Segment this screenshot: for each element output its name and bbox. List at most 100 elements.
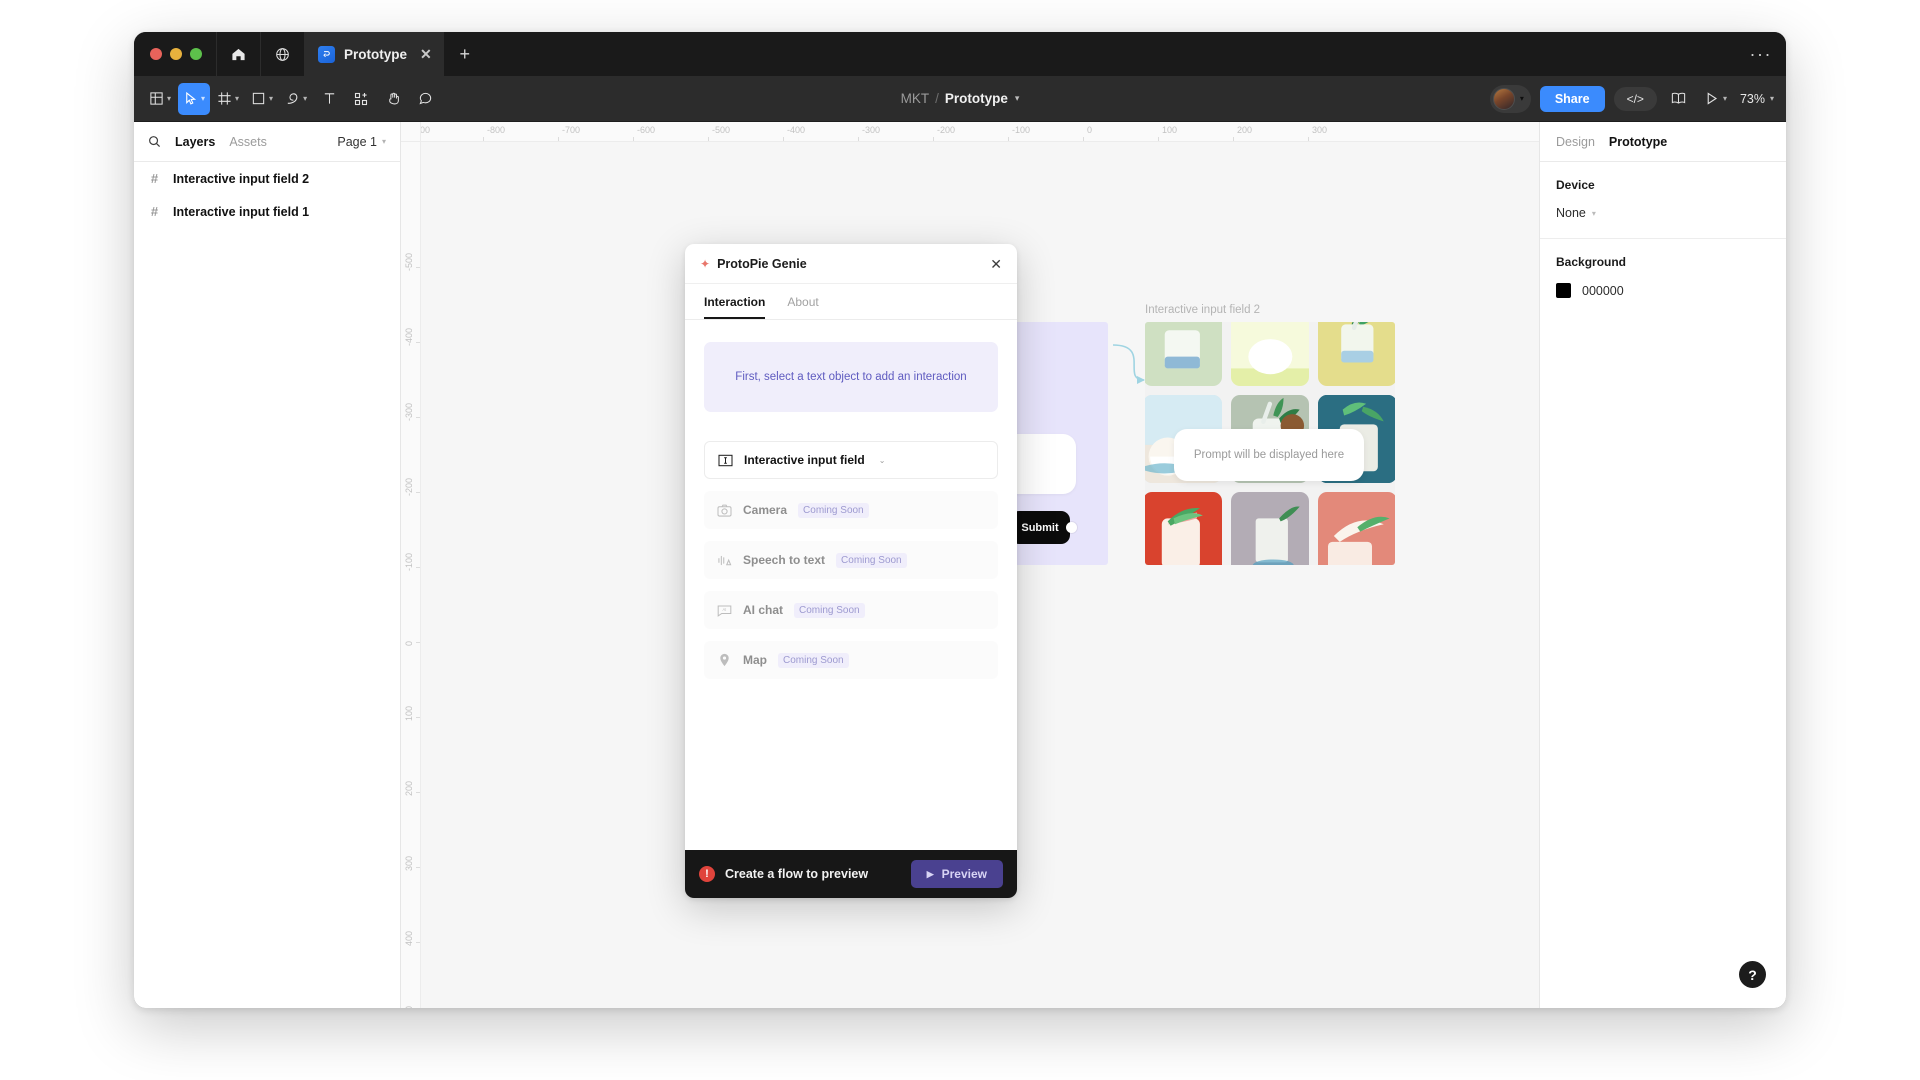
- comment-tool[interactable]: [410, 83, 440, 115]
- color-swatch[interactable]: [1556, 283, 1571, 298]
- chevron-down-icon: ▾: [1592, 209, 1596, 218]
- move-tool[interactable]: ▾: [178, 83, 210, 115]
- shape-tool[interactable]: ▾: [246, 83, 278, 115]
- frame-interactive-input-field-2[interactable]: Prompt will be displayed here: [1145, 322, 1395, 565]
- actions-tool[interactable]: [346, 83, 376, 115]
- globe-icon[interactable]: [260, 32, 304, 76]
- close-window-button[interactable]: [150, 48, 162, 60]
- help-button[interactable]: ?: [1739, 961, 1766, 988]
- present-button[interactable]: ▾: [1700, 88, 1731, 109]
- photo-tile: [1318, 492, 1395, 565]
- chevron-down-icon: ▾: [1770, 94, 1774, 103]
- dev-mode-button[interactable]: </>: [1614, 87, 1657, 111]
- window-overflow-menu[interactable]: ···: [1750, 32, 1772, 76]
- zoom-control[interactable]: 73% ▾: [1740, 92, 1774, 106]
- breadcrumb-team[interactable]: MKT: [901, 91, 930, 106]
- page-selector-label: Page 1: [337, 135, 377, 149]
- frame-label[interactable]: Interactive input field 2: [1145, 304, 1260, 316]
- photo-tile: [1145, 492, 1222, 565]
- app-window: Prototype ✕ + ··· ▾ ▾ ▾: [134, 32, 1786, 1008]
- preview-button[interactable]: ▶ Preview: [911, 860, 1003, 888]
- sparkle-icon: ✦: [700, 257, 710, 271]
- option-ai-chat[interactable]: AI AI chat Coming Soon: [704, 591, 998, 629]
- components-tool[interactable]: ▾: [144, 83, 176, 115]
- genie-footer: ! Create a flow to preview ▶ Preview: [685, 850, 1017, 898]
- pen-tool[interactable]: ▾: [280, 83, 312, 115]
- tab-layers[interactable]: Layers: [175, 135, 215, 149]
- share-button[interactable]: Share: [1540, 86, 1605, 112]
- layer-row[interactable]: # Interactive input field 1: [134, 195, 400, 228]
- option-map[interactable]: Map Coming Soon: [704, 641, 998, 679]
- tab-assets[interactable]: Assets: [229, 135, 267, 149]
- chevron-down-icon: ▾: [382, 137, 386, 146]
- play-icon: ▶: [927, 869, 934, 880]
- genie-body: First, select a text object to add an in…: [685, 320, 1017, 850]
- page-selector[interactable]: Page 1 ▾: [337, 135, 386, 149]
- chat-icon: AI: [717, 603, 732, 618]
- protopie-genie-dialog[interactable]: ✦ ProtoPie Genie ✕ Interaction About Fir…: [685, 244, 1017, 898]
- genie-tabs: Interaction About: [685, 284, 1017, 320]
- chevron-down-icon[interactable]: ▾: [1015, 93, 1020, 104]
- prompt-result-box[interactable]: Prompt will be displayed here: [1174, 429, 1364, 481]
- coming-soon-badge: Coming Soon: [836, 553, 907, 568]
- close-icon[interactable]: ✕: [990, 257, 1002, 271]
- genie-hint-banner: First, select a text object to add an in…: [704, 342, 998, 412]
- background-hex-value[interactable]: 000000: [1582, 284, 1624, 298]
- horizontal-ruler: -1100-1000-900-800-700-600-500-400-300-2…: [401, 122, 1539, 142]
- layer-label: Interactive input field 1: [173, 205, 309, 219]
- breadcrumb-separator: /: [935, 91, 939, 106]
- submit-button[interactable]: Submit: [1010, 511, 1070, 544]
- library-button[interactable]: [1666, 87, 1691, 110]
- minimize-window-button[interactable]: [170, 48, 182, 60]
- frame-icon: #: [148, 171, 161, 186]
- device-select[interactable]: None ▾: [1556, 206, 1770, 220]
- hand-tool[interactable]: [378, 83, 408, 115]
- tab-about[interactable]: About: [787, 295, 818, 319]
- right-panel-tabs: Design Prototype: [1540, 122, 1786, 162]
- page-root: Prototype ✕ + ··· ▾ ▾ ▾: [0, 0, 1920, 1080]
- tab-close-icon[interactable]: ✕: [416, 47, 432, 61]
- option-interactive-input-field[interactable]: Interactive input field ⌄: [704, 441, 998, 479]
- device-section: Device None ▾: [1540, 162, 1786, 239]
- coming-soon-badge: Coming Soon: [778, 653, 849, 668]
- device-section-title: Device: [1556, 178, 1770, 192]
- breadcrumb-file[interactable]: Prototype: [945, 91, 1008, 106]
- option-speech-to-text[interactable]: Speech to text Coming Soon: [704, 541, 998, 579]
- maximize-window-button[interactable]: [190, 48, 202, 60]
- left-panel: Layers Assets Page 1 ▾ # Interactive inp…: [134, 122, 401, 1008]
- tab-prototype-panel[interactable]: Prototype: [1609, 135, 1667, 149]
- ruler-corner: [401, 122, 421, 142]
- avatar: [1493, 88, 1515, 110]
- left-panel-tabs: Layers Assets Page 1 ▾: [134, 122, 400, 162]
- tab-design[interactable]: Design: [1556, 135, 1595, 149]
- chevron-down-icon[interactable]: ⌄: [879, 456, 886, 465]
- background-color-row[interactable]: 000000: [1556, 283, 1770, 298]
- photo-tile: [1318, 322, 1395, 386]
- tab-interaction[interactable]: Interaction: [704, 295, 765, 319]
- new-tab-button[interactable]: +: [444, 32, 486, 76]
- option-camera[interactable]: Camera Coming Soon: [704, 491, 998, 529]
- right-panel: Design Prototype Device None ▾ Backgroun…: [1539, 122, 1786, 1008]
- photo-tile: [1231, 322, 1310, 386]
- map-pin-icon: [717, 653, 732, 668]
- frame-tool[interactable]: ▾: [212, 83, 244, 115]
- genie-title: ProtoPie Genie: [717, 257, 807, 271]
- photo-tile: [1145, 322, 1222, 386]
- connector-anchor[interactable]: [1066, 522, 1077, 533]
- home-icon[interactable]: [216, 32, 260, 76]
- layer-label: Interactive input field 2: [173, 172, 309, 186]
- text-tool[interactable]: [314, 83, 344, 115]
- layer-row[interactable]: # Interactive input field 2: [134, 162, 400, 195]
- photo-tile: [1231, 492, 1310, 565]
- chevron-down-icon: ▾: [269, 94, 273, 103]
- chevron-down-icon: ▾: [1520, 94, 1524, 103]
- warning-icon: !: [699, 866, 715, 882]
- genie-hint-text: First, select a text object to add an in…: [735, 371, 966, 383]
- background-section-title: Background: [1556, 255, 1770, 269]
- tab-prototype[interactable]: Prototype ✕: [304, 32, 444, 76]
- option-label: Map: [743, 653, 767, 667]
- search-icon[interactable]: [148, 135, 161, 148]
- vertical-ruler: -500-400-300-200-1000100200300400500600: [401, 122, 421, 1008]
- tab-label: Prototype: [344, 47, 407, 62]
- user-avatar-chip[interactable]: ▾: [1490, 85, 1531, 113]
